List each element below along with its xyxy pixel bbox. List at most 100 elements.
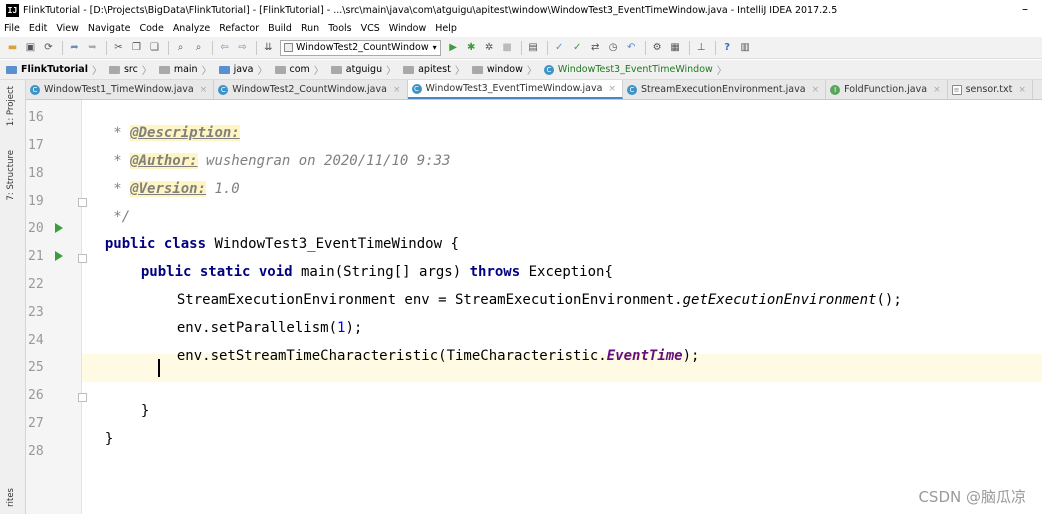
- menu-window[interactable]: Window: [389, 23, 426, 34]
- package-icon: [471, 65, 483, 74]
- menu-edit[interactable]: Edit: [29, 23, 47, 34]
- breadcrumb-java[interactable]: java 〉: [218, 62, 273, 77]
- minimize-button[interactable]: –: [1022, 2, 1028, 16]
- breadcrumb-class[interactable]: C WindowTest3_EventTimeWindow 〉: [543, 62, 732, 77]
- breadcrumb-window[interactable]: window 〉: [471, 62, 542, 77]
- make-project-icon[interactable]: ⇊: [262, 41, 275, 54]
- run-configuration-select[interactable]: WindowTest2_CountWindow ▾: [280, 39, 441, 56]
- close-icon[interactable]: ×: [933, 85, 941, 95]
- nav-back-icon[interactable]: ⇦: [218, 41, 231, 54]
- open-folder-icon[interactable]: ▬: [6, 41, 19, 54]
- structure-tool-tab[interactable]: 7: Structure: [6, 150, 16, 201]
- help-icon[interactable]: ?: [721, 41, 734, 54]
- copy-icon[interactable]: ❐: [130, 41, 143, 54]
- line-number: 21: [28, 249, 44, 264]
- menu-view[interactable]: View: [56, 23, 79, 34]
- menu-refactor[interactable]: Refactor: [219, 23, 259, 34]
- menu-run[interactable]: Run: [301, 23, 319, 34]
- close-icon[interactable]: ×: [200, 85, 208, 95]
- line-number: 20: [28, 221, 44, 236]
- run-icon[interactable]: ▶: [447, 41, 460, 54]
- breadcrumb-project[interactable]: FlinkTutorial 〉: [6, 62, 107, 77]
- replace-icon[interactable]: ⌕: [192, 41, 205, 54]
- back-arrow-icon[interactable]: ➦: [68, 41, 81, 54]
- run-config-label: WindowTest2_CountWindow: [296, 42, 429, 53]
- run-main-gutter-icon[interactable]: [55, 251, 63, 261]
- tab-windowtest1[interactable]: C WindowTest1_TimeWindow.java ×: [26, 80, 215, 99]
- close-icon[interactable]: ×: [608, 84, 616, 94]
- tab-sensor-txt[interactable]: ≡ sensor.txt ×: [947, 80, 1033, 99]
- tab-foldfunction[interactable]: I FoldFunction.java ×: [826, 80, 948, 99]
- sdk-icon[interactable]: ⊥: [695, 41, 708, 54]
- find-icon[interactable]: ⌕: [174, 41, 187, 54]
- coverage-icon[interactable]: ✲: [483, 41, 496, 54]
- project-tool-tab[interactable]: 1: Project: [6, 86, 16, 126]
- folder-icon: [158, 65, 170, 74]
- menu-navigate[interactable]: Navigate: [88, 23, 131, 34]
- line-number: 16: [28, 110, 44, 125]
- toolbar-separator: [714, 40, 716, 55]
- breadcrumb-src[interactable]: src 〉: [108, 62, 157, 77]
- project-settings-icon[interactable]: ▦: [669, 41, 682, 54]
- window-title-bar: IJ FlinkTutorial - [D:\Projects\BigData\…: [0, 0, 1042, 20]
- favorites-tool-tab[interactable]: rites: [6, 488, 16, 507]
- breadcrumb-main[interactable]: main 〉: [158, 62, 217, 77]
- fold-marker-icon[interactable]: [78, 254, 87, 263]
- event-log-icon[interactable]: ▥: [739, 41, 752, 54]
- fold-marker-icon[interactable]: [78, 393, 87, 402]
- line-number: 26: [28, 388, 44, 403]
- package-icon: [330, 65, 342, 74]
- vcs-history-icon[interactable]: ◷: [607, 41, 620, 54]
- interface-icon: I: [830, 84, 841, 95]
- menu-code[interactable]: Code: [139, 23, 163, 34]
- vcs-compare-icon[interactable]: ⇄: [589, 41, 602, 54]
- line-number: 25: [28, 360, 44, 375]
- project-folder-icon: [6, 65, 17, 74]
- close-icon[interactable]: ×: [393, 85, 401, 95]
- breadcrumb-arrow-icon: 〉: [454, 66, 465, 77]
- menu-tools[interactable]: Tools: [328, 23, 351, 34]
- menu-help[interactable]: Help: [435, 23, 457, 34]
- breadcrumb-arrow-icon: 〉: [313, 66, 324, 77]
- sync-icon[interactable]: ⟳: [42, 41, 55, 54]
- tab-windowtest3[interactable]: C WindowTest3_EventTimeWindow.java ×: [407, 80, 623, 99]
- cut-icon[interactable]: ✂: [112, 41, 125, 54]
- close-icon[interactable]: ×: [812, 85, 820, 95]
- save-icon[interactable]: ▣: [24, 41, 37, 54]
- menu-analyze[interactable]: Analyze: [173, 23, 210, 34]
- editor-tab-bar: C WindowTest1_TimeWindow.java × C Window…: [26, 80, 1042, 100]
- project-structure-icon[interactable]: ▤: [527, 41, 540, 54]
- run-config-icon: [284, 43, 293, 52]
- toolbar-separator: [168, 40, 169, 55]
- breadcrumb-arrow-icon: 〉: [201, 66, 212, 77]
- fold-marker-icon[interactable]: [78, 198, 87, 207]
- nav-forward-icon[interactable]: ⇨: [236, 41, 249, 54]
- run-class-gutter-icon[interactable]: [55, 223, 63, 233]
- breadcrumb-com[interactable]: com 〉: [274, 62, 329, 77]
- source-folder-icon: [218, 65, 230, 74]
- toolbar-separator: [212, 40, 213, 55]
- settings-icon[interactable]: ⚙: [651, 41, 664, 54]
- vcs-revert-icon[interactable]: ↶: [625, 41, 638, 54]
- toolbar-separator: [688, 40, 690, 55]
- vcs-commit-icon[interactable]: ✓: [571, 41, 584, 54]
- paste-icon[interactable]: ❏: [148, 41, 161, 54]
- close-icon[interactable]: ×: [1018, 85, 1026, 95]
- breadcrumb-atguigu[interactable]: atguigu 〉: [330, 62, 401, 77]
- breadcrumb-apitest[interactable]: apitest 〉: [403, 62, 470, 77]
- vcs-update-icon[interactable]: ✓: [553, 41, 566, 54]
- tab-windowtest2[interactable]: C WindowTest2_CountWindow.java ×: [214, 80, 408, 99]
- code-line-26: }: [140, 403, 150, 419]
- line-number: 22: [28, 277, 44, 292]
- debug-icon[interactable]: ✱: [465, 41, 478, 54]
- class-icon: C: [543, 64, 554, 75]
- menu-vcs[interactable]: VCS: [361, 23, 380, 34]
- forward-arrow-icon[interactable]: ➥: [86, 41, 99, 54]
- menu-build[interactable]: Build: [268, 23, 292, 34]
- package-icon: [274, 65, 286, 74]
- line-number: 28: [28, 444, 44, 459]
- stop-icon[interactable]: ■: [501, 41, 514, 54]
- menu-file[interactable]: File: [4, 23, 20, 34]
- toolbar-separator: [256, 40, 257, 55]
- tab-streamexecutionenvironment[interactable]: C StreamExecutionEnvironment.java ×: [622, 80, 827, 99]
